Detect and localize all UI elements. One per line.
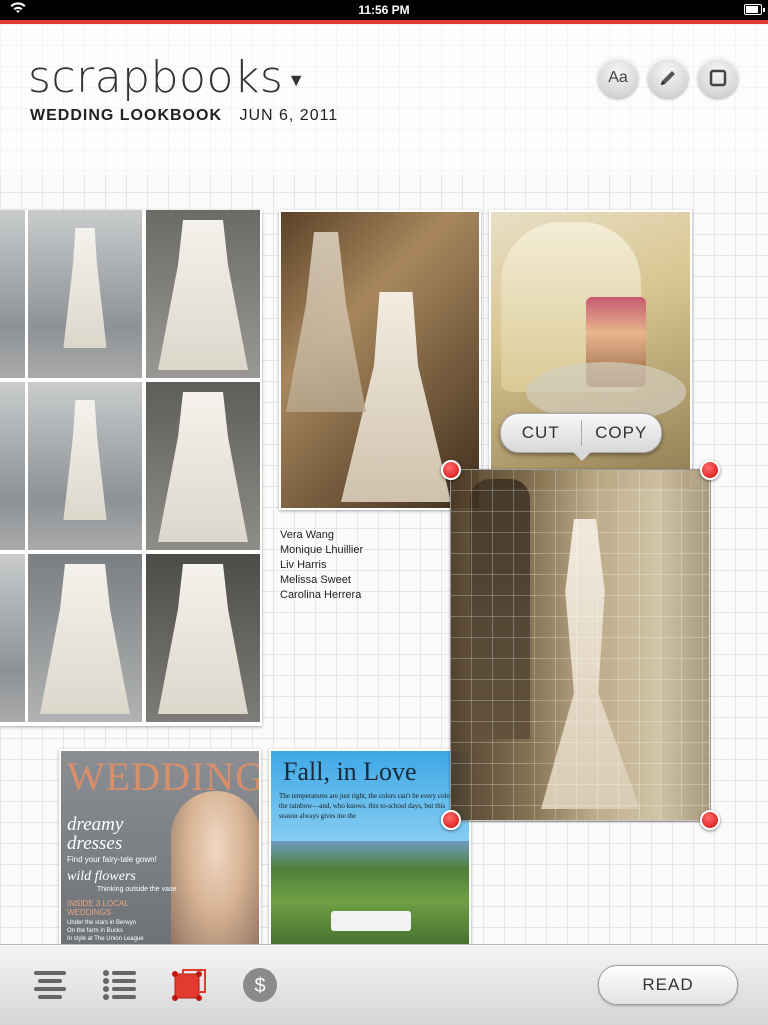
magazine-side-title: INSIDE 3 LOCAL WEDDINGS <box>67 899 129 917</box>
chevron-down-icon: ▼ <box>287 69 306 91</box>
article-title: Fall, in Love <box>283 757 417 786</box>
book-heading: WEDDING LOOKBOOK JUN 6, 2011 <box>30 107 338 125</box>
battery-icon <box>744 4 765 15</box>
article-clipping[interactable]: Fall, in Love The temperatures are just … <box>269 749 471 944</box>
paragraph-icon <box>34 971 66 999</box>
read-button[interactable]: READ <box>598 965 738 1005</box>
runway-photo <box>146 210 260 378</box>
designer-name: Liv Harris <box>280 559 327 571</box>
magazine-cover[interactable]: WEDDING dreamy dresses Find your fairy-t… <box>59 749 261 944</box>
text-icon: Aa <box>608 69 628 86</box>
status-time: 11:56 PM <box>358 3 410 17</box>
clipping-icon <box>172 969 206 1001</box>
magazine-feature-sub: Thinking outside the vase <box>97 886 177 893</box>
book-name: WEDDING LOOKBOOK <box>30 107 222 124</box>
popover-arrow <box>573 452 591 461</box>
magazine-headline: dreamy dresses <box>67 814 124 854</box>
app-title: scrapbooks <box>28 52 284 103</box>
list-view-button[interactable] <box>100 965 140 1005</box>
designer-name: Carolina Herrera <box>280 589 362 601</box>
pencil-tool-button[interactable] <box>648 58 688 98</box>
scrapbook-canvas[interactable]: scrapbooks ▼ WEDDING LOOKBOOK JUN 6, 2011… <box>0 24 768 944</box>
magazine-feature: wild flowers <box>67 869 136 884</box>
designer-name: Vera Wang <box>280 529 335 541</box>
purchase-button[interactable]: $ <box>240 965 280 1005</box>
resize-handle-top-left[interactable] <box>441 460 461 480</box>
designer-name: Monique Lhuillier <box>280 544 364 556</box>
text-tool-button[interactable]: Aa <box>598 58 638 98</box>
cut-menu-item[interactable]: CUT <box>501 423 581 443</box>
runway-photo-grid[interactable] <box>0 210 262 726</box>
copy-menu-item[interactable]: COPY <box>582 423 662 443</box>
runway-photo <box>146 554 260 722</box>
resize-handle-bottom-right[interactable] <box>700 810 720 830</box>
pencil-icon <box>661 71 675 85</box>
runway-photo <box>0 210 25 378</box>
resize-handle-bottom-left[interactable] <box>441 810 461 830</box>
designer-name: Melissa Sweet <box>280 574 351 586</box>
designers-note[interactable]: Vera Wang Monique Lhuillier Liv Harris M… <box>280 528 363 603</box>
article-body: The temperatures are just right, the col… <box>279 792 460 820</box>
edit-context-menu: CUT COPY <box>500 413 662 461</box>
paragraph-view-button[interactable] <box>30 965 70 1005</box>
book-date: JUN 6, 2011 <box>239 107 339 124</box>
runway-photo <box>0 554 25 722</box>
magazine-tagline: Find your fairy-tale gown! <box>67 855 157 864</box>
frame-tool-button[interactable] <box>698 58 738 98</box>
frame-icon <box>709 69 727 87</box>
clipping-view-button[interactable] <box>170 965 210 1005</box>
svg-text:$: $ <box>254 975 265 997</box>
app-title-menu[interactable]: scrapbooks ▼ <box>28 52 306 103</box>
list-icon <box>103 970 136 1000</box>
selection-frame <box>450 469 711 822</box>
runway-photo <box>146 382 260 550</box>
status-bar: 11:56 PM <box>0 0 768 20</box>
runway-photo <box>28 382 142 550</box>
magazine-side-items: Under the stars in Berwyn On the farm in… <box>67 920 144 942</box>
runway-photo <box>28 554 142 722</box>
bottom-toolbar: $ READ <box>0 944 768 1025</box>
runway-photo <box>0 382 25 550</box>
dollar-icon: $ <box>243 968 277 1002</box>
runway-photo <box>28 210 142 378</box>
resize-handle-top-right[interactable] <box>700 460 720 480</box>
